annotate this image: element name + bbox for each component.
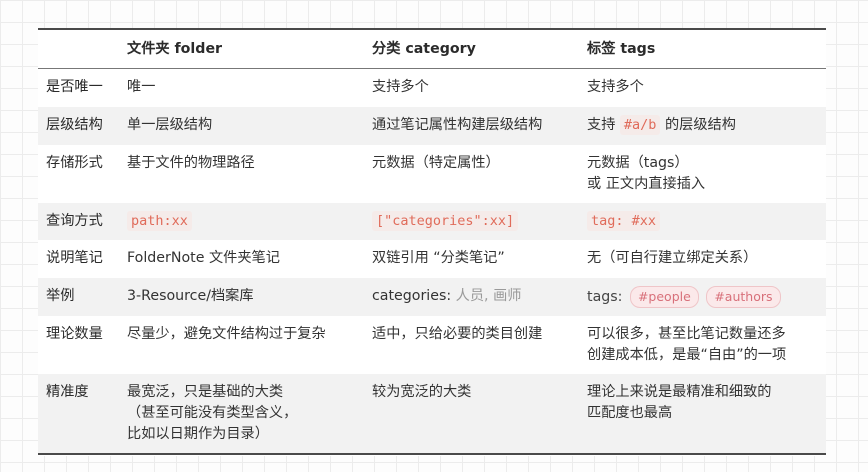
row-label: 精准度 bbox=[46, 384, 89, 400]
row-label: 举例 bbox=[46, 288, 75, 304]
cell-folder: path:xx bbox=[119, 203, 364, 240]
cell-category: categories: 人员, 画师 bbox=[364, 278, 579, 316]
row-label: 层级结构 bbox=[46, 117, 103, 133]
cell-folder: 单一层级结构 bbox=[127, 117, 213, 133]
row-label: 是否唯一 bbox=[46, 79, 103, 95]
cell-line: 理论上来说是最精准和细致的 bbox=[587, 384, 772, 400]
cell-category: 双链引用 “分类笔记” bbox=[372, 250, 505, 266]
cell-line: 创建成本低，是最“自由”的一项 bbox=[587, 347, 787, 363]
property-values: 人员, 画师 bbox=[455, 288, 522, 304]
cell-category: 较为宽泛的大类 bbox=[372, 384, 472, 400]
header-category: 分类 category bbox=[372, 40, 476, 57]
inline-code: #a/b bbox=[619, 115, 661, 135]
tag-pill-people[interactable]: #people bbox=[629, 286, 699, 308]
tag-pill-authors[interactable]: #authors bbox=[706, 286, 781, 308]
table-row-note: 说明笔记 FolderNote 文件夹笔记 双链引用 “分类笔记” 无（可自行建… bbox=[38, 240, 826, 278]
cell-line: 元数据（tags） bbox=[587, 155, 689, 171]
cell-tags: tag: #xx bbox=[579, 203, 826, 240]
cell-folder: 基于文件的物理路径 bbox=[127, 155, 255, 171]
cell-tags: 可以很多，甚至比笔记数量还多 创建成本低，是最“自由”的一项 bbox=[579, 316, 826, 374]
cell-category: 支持多个 bbox=[372, 79, 429, 95]
cell-folder: 3-Resource/档案库 bbox=[127, 288, 254, 304]
cell-folder: 最宽泛，只是基础的大类 （甚至可能没有类型含义， 比如以日期作为目录） bbox=[119, 374, 364, 454]
row-label: 说明笔记 bbox=[46, 250, 103, 266]
table-row-unique: 是否唯一 唯一 支持多个 支持多个 bbox=[38, 68, 826, 107]
cell-category: 通过笔记属性构建层级结构 bbox=[372, 117, 543, 133]
cell-tags: 支持 #a/b 的层级结构 bbox=[579, 107, 826, 145]
cell-tags: 无（可自行建立绑定关系） bbox=[587, 250, 758, 266]
table-row-query: 查询方式 path:xx ["categories":xx] tag: #xx bbox=[38, 203, 826, 240]
table-row-storage: 存储形式 基于文件的物理路径 元数据（特定属性） 元数据（tags） 或 正文内… bbox=[38, 145, 826, 203]
table-row-precision: 精准度 最宽泛，只是基础的大类 （甚至可能没有类型含义， 比如以日期作为目录） … bbox=[38, 374, 826, 454]
inline-code: path:xx bbox=[127, 211, 192, 231]
row-label: 存储形式 bbox=[46, 155, 103, 171]
cell-tags: 理论上来说是最精准和细致的 匹配度也最高 bbox=[579, 374, 826, 454]
cell-folder: 唯一 bbox=[127, 79, 156, 95]
cell-folder: 尽量少，避免文件结构过于复杂 bbox=[127, 326, 326, 342]
table-row-example: 举例 3-Resource/档案库 categories: 人员, 画师 tag… bbox=[38, 278, 826, 316]
property-key: categories: bbox=[372, 288, 452, 304]
cell-folder: FolderNote 文件夹笔记 bbox=[127, 250, 280, 266]
cell-category: ["categories":xx] bbox=[364, 203, 579, 240]
table-header-row: 文件夹 folder 分类 category 标签 tags bbox=[38, 29, 826, 69]
cell-category: 适中，只给必要的类目创建 bbox=[372, 326, 543, 342]
cell-category: 元数据（特定属性） bbox=[372, 155, 500, 171]
table-row-quantity: 理论数量 尽量少，避免文件结构过于复杂 适中，只给必要的类目创建 可以很多，甚至… bbox=[38, 316, 826, 374]
table-row-hierarchy: 层级结构 单一层级结构 通过笔记属性构建层级结构 支持 #a/b 的层级结构 bbox=[38, 107, 826, 145]
property-key: tags: bbox=[587, 289, 623, 305]
cell-line: 可以很多，甚至比笔记数量还多 bbox=[587, 326, 786, 342]
row-label: 查询方式 bbox=[46, 213, 103, 229]
cell-line: （甚至可能没有类型含义， bbox=[127, 405, 298, 421]
cell-line: 比如以日期作为目录） bbox=[127, 426, 269, 442]
cell-line: 或 正文内直接插入 bbox=[587, 176, 706, 192]
header-tags: 标签 tags bbox=[587, 40, 656, 57]
tags-hierarchy-prefix: 支持 bbox=[587, 117, 616, 133]
comparison-table: 文件夹 folder 分类 category 标签 tags 是否唯一 唯一 支… bbox=[38, 28, 826, 455]
row-label: 理论数量 bbox=[46, 326, 103, 342]
inline-code: tag: #xx bbox=[587, 211, 661, 231]
cell-line: 匹配度也最高 bbox=[587, 405, 673, 421]
cell-tags: 支持多个 bbox=[587, 79, 644, 95]
cell-tags: 元数据（tags） 或 正文内直接插入 bbox=[579, 145, 826, 203]
inline-code: ["categories":xx] bbox=[372, 211, 519, 231]
header-corner bbox=[38, 29, 119, 69]
header-folder: 文件夹 folder bbox=[127, 40, 223, 57]
tags-hierarchy-suffix: 的层级结构 bbox=[664, 117, 736, 133]
cell-line: 最宽泛，只是基础的大类 bbox=[127, 384, 284, 400]
cell-tags: tags: #people #authors bbox=[579, 278, 826, 316]
